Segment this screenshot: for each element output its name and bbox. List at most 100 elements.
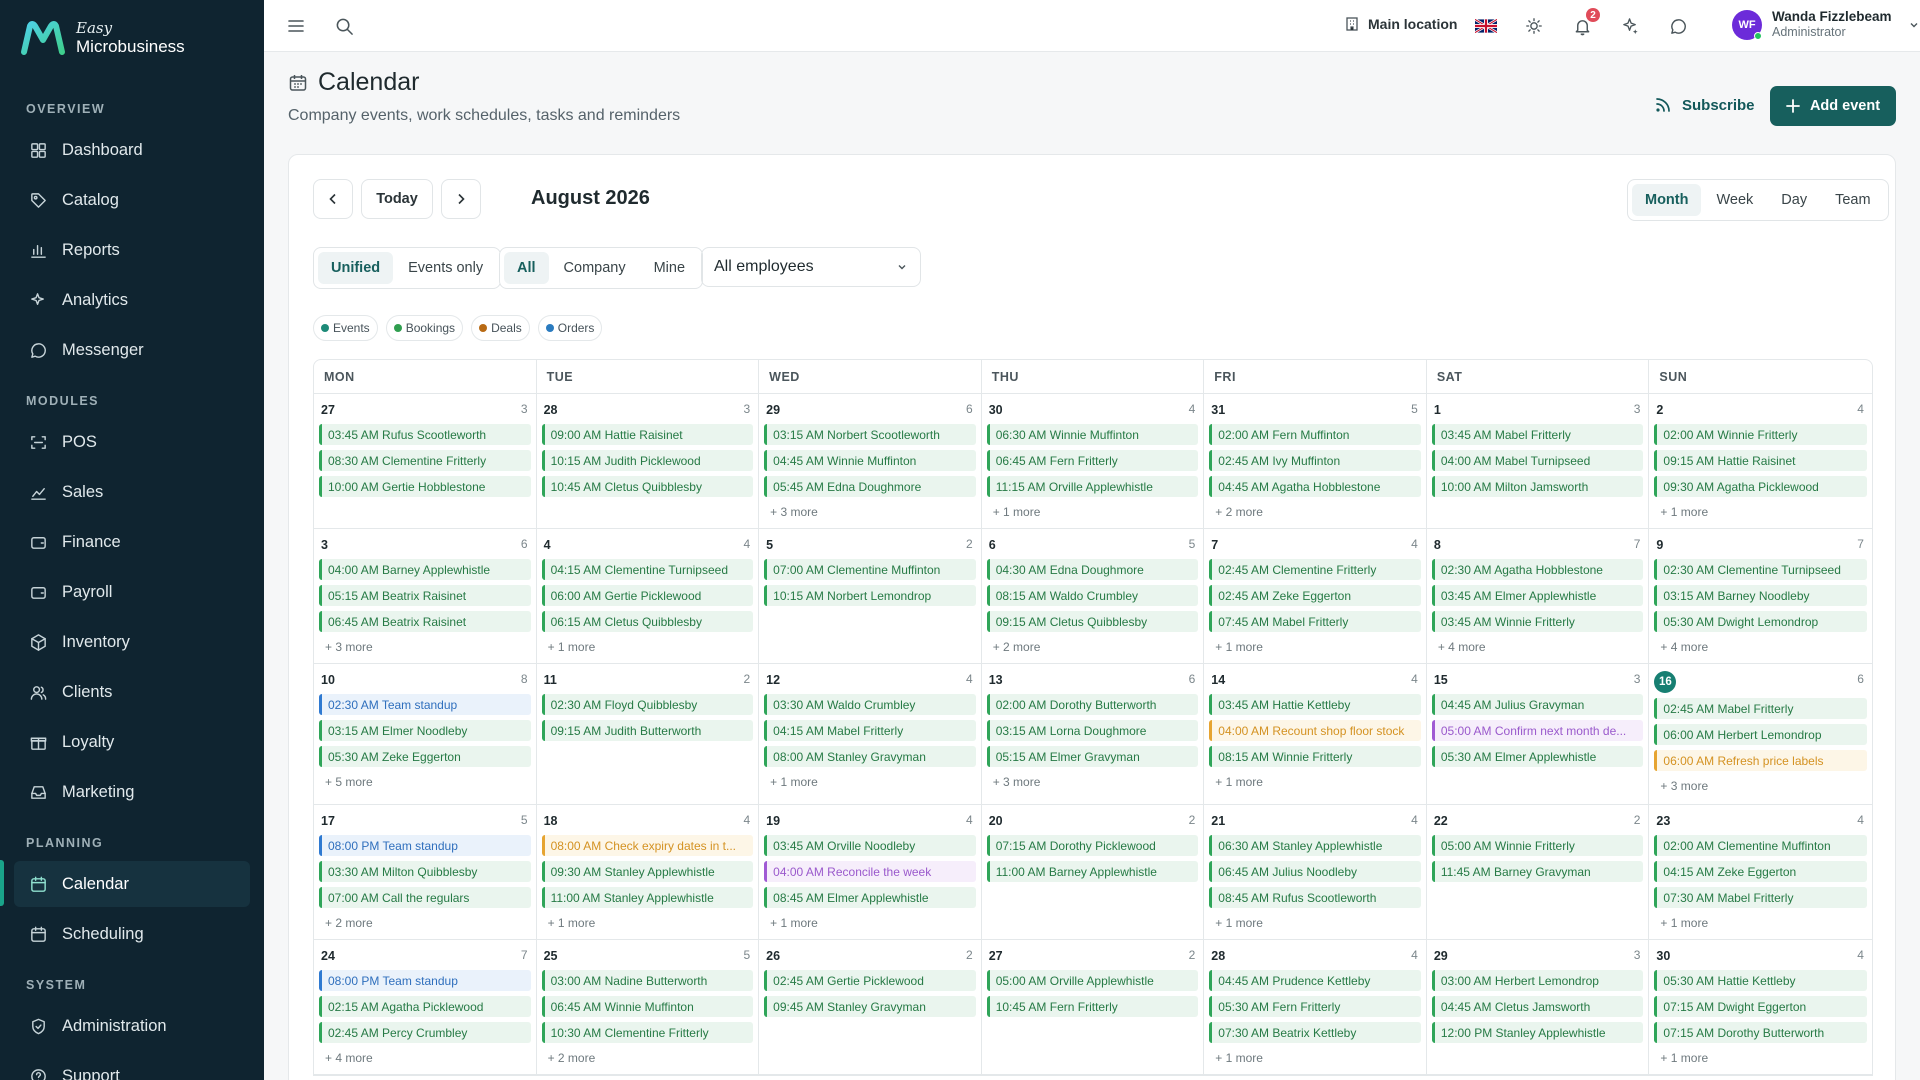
more-events-link[interactable]: + 2 more — [1215, 505, 1421, 519]
calendar-event[interactable]: 10:30 AM Clementine Fritterly — [541, 1022, 754, 1043]
calendar-event[interactable]: 05:00 AM Orville Applewhistle — [986, 970, 1199, 991]
day-cell[interactable]: 29 3 03:00 AM Herbert Lemondrop 04:45 AM Cl… — [1427, 940, 1650, 1074]
more-events-link[interactable]: + 3 more — [1660, 779, 1867, 793]
sidebar-item-dashboard[interactable]: Dashboard — [14, 127, 250, 173]
calendar-event[interactable]: 03:00 AM Nadine Butterworth — [541, 970, 754, 991]
more-events-link[interactable]: + 1 more — [548, 640, 754, 654]
day-cell[interactable]: 4 4 04:15 AM Clementine Turnipseed 06:00 AM… — [537, 529, 760, 663]
calendar-event[interactable]: 08:15 AM Winnie Fritterly — [1209, 746, 1421, 767]
calendar-event[interactable]: 02:45 AM Mabel Fritterly — [1654, 698, 1867, 719]
calendar-event[interactable]: 02:45 AM Percy Crumbley — [319, 1022, 531, 1043]
calendar-event[interactable]: 03:45 AM Hattie Kettleby — [1209, 694, 1421, 715]
calendar-event[interactable]: 04:15 AM Clementine Turnipseed — [541, 559, 754, 580]
calendar-event[interactable]: 02:00 AM Clementine Muffinton — [1654, 835, 1867, 856]
calendar-event[interactable]: 04:15 AM Zeke Eggerton — [1654, 861, 1867, 882]
calendar-event[interactable]: 03:45 AM Mabel Fritterly — [1431, 424, 1644, 445]
calendar-event[interactable]: 06:45 AM Beatrix Raisinet — [319, 611, 531, 632]
legend-item-orders[interactable]: Orders — [537, 315, 603, 341]
sidebar-item-marketing[interactable]: Marketing — [14, 769, 250, 815]
brand-logo[interactable]: Easy Microbusiness — [20, 20, 185, 56]
language-flag-icon[interactable] — [1474, 14, 1498, 38]
calendar-event[interactable]: 03:15 AM Lorna Doughmore — [986, 720, 1199, 741]
calendar-event[interactable]: 07:15 AM Dwight Eggerton — [1654, 996, 1867, 1017]
more-events-link[interactable]: + 1 more — [1660, 505, 1867, 519]
calendar-event[interactable]: 04:30 AM Edna Doughmore — [986, 559, 1199, 580]
calendar-event[interactable]: 05:45 AM Edna Doughmore — [764, 476, 976, 497]
calendar-event[interactable]: 02:00 AM Fern Muffinton — [1209, 424, 1421, 445]
calendar-event[interactable]: 09:30 AM Agatha Picklewood — [1654, 476, 1867, 497]
more-events-link[interactable]: + 1 more — [993, 505, 1199, 519]
sidebar-item-catalog[interactable]: Catalog — [14, 177, 250, 223]
calendar-event[interactable]: 06:30 AM Stanley Applewhistle — [1209, 835, 1421, 856]
calendar-event[interactable]: 04:00 AM Reconcile the week — [764, 861, 976, 882]
calendar-event[interactable]: 02:45 AM Gertie Picklewood — [764, 970, 976, 991]
calendar-event[interactable]: 04:45 AM Prudence Kettleby — [1209, 970, 1421, 991]
sidebar-item-inventory[interactable]: Inventory — [14, 619, 250, 665]
legend-item-events[interactable]: Events — [313, 315, 378, 341]
more-events-link[interactable]: + 4 more — [1438, 640, 1644, 654]
day-cell[interactable]: 2 4 02:00 AM Winnie Fritterly 09:15 AM Hatt… — [1649, 394, 1872, 528]
day-cell[interactable]: 19 4 03:45 AM Orville Noodleby 04:00 AM Rec… — [759, 805, 982, 939]
sidebar-item-analytics[interactable]: Analytics — [14, 277, 250, 323]
view-tab-week[interactable]: Week — [1703, 184, 1766, 216]
calendar-event[interactable]: 05:30 AM Hattie Kettleby — [1654, 970, 1867, 991]
sidebar-item-reports[interactable]: Reports — [14, 227, 250, 273]
day-cell[interactable]: 30 4 06:30 AM Winnie Muffinton 06:45 AM Fer… — [982, 394, 1205, 528]
calendar-event[interactable]: 11:15 AM Orville Applewhistle — [986, 476, 1199, 497]
more-events-link[interactable]: + 1 more — [1215, 1051, 1421, 1065]
calendar-event[interactable]: 02:30 AM Clementine Turnipseed — [1654, 559, 1867, 580]
day-cell[interactable]: 16 6 02:45 AM Mabel Fritterly 06:00 AM Herb… — [1649, 664, 1872, 804]
calendar-event[interactable]: 06:00 AM Refresh price labels — [1654, 750, 1867, 771]
day-cell[interactable]: 25 5 03:00 AM Nadine Butterworth 06:45 AM W… — [537, 940, 760, 1074]
calendar-event[interactable]: 11:00 AM Barney Applewhistle — [986, 861, 1199, 882]
ai-sparkle-icon[interactable] — [1618, 14, 1642, 38]
sidebar-item-support[interactable]: Support — [14, 1053, 250, 1080]
calendar-event[interactable]: 07:15 AM Dorothy Butterworth — [1654, 1022, 1867, 1043]
sidebar-item-scheduling[interactable]: Scheduling — [14, 911, 250, 957]
calendar-event[interactable]: 05:30 AM Elmer Applewhistle — [1431, 746, 1644, 767]
day-cell[interactable]: 20 2 07:15 AM Dorothy Picklewood 11:00 AM B… — [982, 805, 1205, 939]
calendar-event[interactable]: 09:00 AM Hattie Raisinet — [541, 424, 754, 445]
calendar-event[interactable]: 03:30 AM Waldo Crumbley — [764, 694, 976, 715]
more-events-link[interactable]: + 2 more — [548, 1051, 754, 1065]
sidebar-item-sales[interactable]: Sales — [14, 469, 250, 515]
calendar-event[interactable]: 09:30 AM Stanley Applewhistle — [541, 861, 754, 882]
more-events-link[interactable]: + 1 more — [1660, 916, 1867, 930]
calendar-event[interactable]: 08:45 AM Rufus Scootleworth — [1209, 887, 1421, 908]
calendar-event[interactable]: 02:30 AM Floyd Quibblesby — [541, 694, 754, 715]
scope-tab-all[interactable]: All — [504, 252, 549, 284]
day-cell[interactable]: 1 3 03:45 AM Mabel Fritterly 04:00 AM Mabel… — [1427, 394, 1650, 528]
calendar-event[interactable]: 06:45 AM Fern Fritterly — [986, 450, 1199, 471]
calendar-event[interactable]: 03:45 AM Rufus Scootleworth — [319, 424, 531, 445]
day-cell[interactable]: 5 2 07:00 AM Clementine Muffinton 10:15 AM … — [759, 529, 982, 663]
calendar-event[interactable]: 02:15 AM Agatha Picklewood — [319, 996, 531, 1017]
calendar-event[interactable]: 03:45 AM Orville Noodleby — [764, 835, 976, 856]
calendar-event[interactable]: 02:45 AM Ivy Muffinton — [1209, 450, 1421, 471]
day-cell[interactable]: 8 7 02:30 AM Agatha Hobblestone 03:45 AM El… — [1427, 529, 1650, 663]
day-cell[interactable]: 27 3 03:45 AM Rufus Scootleworth 08:30 AM C… — [314, 394, 537, 528]
calendar-event[interactable]: 02:30 AM Team standup — [319, 694, 531, 715]
view-tab-month[interactable]: Month — [1632, 184, 1702, 216]
calendar-event[interactable]: 05:30 AM Fern Fritterly — [1209, 996, 1421, 1017]
user-menu[interactable]: WF Wanda Fizzlebeam Administrator — [1732, 9, 1920, 40]
more-events-link[interactable]: + 2 more — [325, 916, 531, 930]
calendar-event[interactable]: 06:00 AM Gertie Picklewood — [541, 585, 754, 606]
more-events-link[interactable]: + 1 more — [1215, 775, 1421, 789]
calendar-event[interactable]: 03:45 AM Elmer Applewhistle — [1431, 585, 1644, 606]
add-event-button[interactable]: Add event — [1770, 86, 1896, 126]
calendar-event[interactable]: 11:00 AM Stanley Applewhistle — [541, 887, 754, 908]
legend-item-deals[interactable]: Deals — [471, 315, 530, 341]
calendar-event[interactable]: 07:00 AM Clementine Muffinton — [764, 559, 976, 580]
day-cell[interactable]: 17 5 08:00 PM Team standup 03:30 AM Milton … — [314, 805, 537, 939]
previous-month-button[interactable] — [313, 179, 353, 219]
theme-sun-icon[interactable] — [1522, 14, 1546, 38]
day-cell[interactable]: 3 6 04:00 AM Barney Applewhistle 05:15 AM B… — [314, 529, 537, 663]
calendar-event[interactable]: 05:00 AM Confirm next month de... — [1431, 720, 1644, 741]
calendar-event[interactable]: 04:00 AM Mabel Turnipseed — [1431, 450, 1644, 471]
calendar-event[interactable]: 08:00 PM Team standup — [319, 970, 531, 991]
calendar-event[interactable]: 02:00 AM Winnie Fritterly — [1654, 424, 1867, 445]
day-cell[interactable]: 15 3 04:45 AM Julius Gravyman 05:00 AM Conf… — [1427, 664, 1650, 804]
more-events-link[interactable]: + 3 more — [325, 640, 531, 654]
more-events-link[interactable]: + 1 more — [1660, 1051, 1867, 1065]
calendar-event[interactable]: 07:00 AM Call the regulars — [319, 887, 531, 908]
